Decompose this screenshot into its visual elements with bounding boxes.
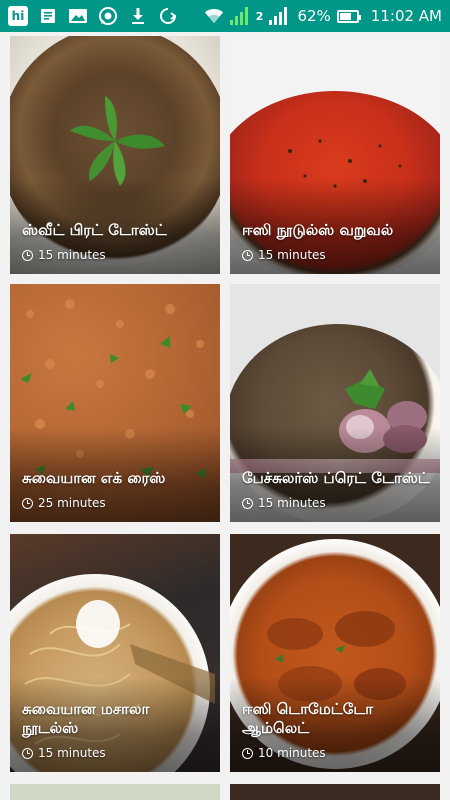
clock-icon: [22, 747, 33, 759]
clock-icon: [242, 249, 253, 261]
recipe-title: சுவையான எக் ரைஸ்: [22, 469, 166, 487]
recipe-time-label: 15 minutes: [258, 496, 326, 510]
recipe-card[interactable]: [10, 784, 220, 800]
whatsapp-icon: [98, 6, 118, 26]
status-bar: hi 2 62% 11:02 AM: [0, 0, 450, 32]
recipe-time-label: 15 minutes: [38, 248, 106, 262]
recipe-title: ஈஸி டொமேட்டோ ஆம்லெட்: [242, 700, 374, 737]
clock-icon: [242, 747, 253, 759]
recipe-card[interactable]: ஈஸி நூடுல்ஸ் வறுவல் 15 minutes: [230, 36, 440, 274]
recipe-time: 15 minutes: [242, 248, 326, 262]
sync-icon: [158, 6, 178, 26]
recipe-title: சுவையான மசாலா நூடல்ஸ்: [22, 700, 150, 737]
recipe-title: ஈஸி நூடுல்ஸ் வறுவல்: [242, 221, 394, 239]
recipe-card[interactable]: ஸ்வீட் பிரட் டோஸ்ட் 15 minutes: [10, 36, 220, 274]
battery-percent: 62%: [297, 7, 331, 25]
recipe-card[interactable]: சுவையான எக் ரைஸ் 25 minutes: [10, 284, 220, 522]
recipe-time: 15 minutes: [242, 496, 326, 510]
recipe-card[interactable]: பேச்சுலர்ஸ் ப்ரெட் டோஸ்ட் 15 minutes: [230, 284, 440, 522]
recipe-time: 15 minutes: [22, 746, 106, 760]
recipe-time-label: 10 minutes: [258, 746, 326, 760]
recipe-time: 10 minutes: [242, 746, 326, 760]
recipe-title: பேச்சுலர்ஸ் ப்ரெட் டோஸ்ட்: [242, 469, 430, 487]
sim2-label: 2: [255, 9, 264, 23]
signal-sim1-icon: [229, 7, 248, 25]
recipe-card[interactable]: சுவையான மசாலா நூடல்ஸ் 15 minutes: [10, 534, 220, 772]
recipe-time-label: 15 minutes: [38, 746, 106, 760]
recipe-time: 25 minutes: [22, 496, 106, 510]
recipe-card[interactable]: [230, 784, 440, 800]
recipe-time-label: 25 minutes: [38, 496, 106, 510]
clock-time: 11:02 AM: [370, 7, 442, 25]
recipe-time-label: 15 minutes: [258, 248, 326, 262]
recipe-grid[interactable]: ஸ்வீட் பிரட் டோஸ்ட் 15 minutes ஈஸி நூடுல…: [0, 32, 450, 800]
download-icon: [128, 6, 148, 26]
recipe-card[interactable]: ஈஸி டொமேட்டோ ஆம்லெட் 10 minutes: [230, 534, 440, 772]
clock-icon: [22, 249, 33, 261]
battery-icon: [336, 9, 361, 23]
signal-sim2-icon: [269, 7, 288, 25]
clock-icon: [242, 497, 253, 509]
clock-icon: [22, 497, 33, 509]
hike-icon: hi: [8, 6, 28, 26]
notes-icon: [38, 6, 58, 26]
recipe-time: 15 minutes: [22, 248, 106, 262]
gallery-icon: [68, 6, 88, 26]
recipe-title: ஸ்வீட் பிரட் டோஸ்ட்: [22, 221, 167, 239]
wifi-icon: [204, 6, 224, 26]
